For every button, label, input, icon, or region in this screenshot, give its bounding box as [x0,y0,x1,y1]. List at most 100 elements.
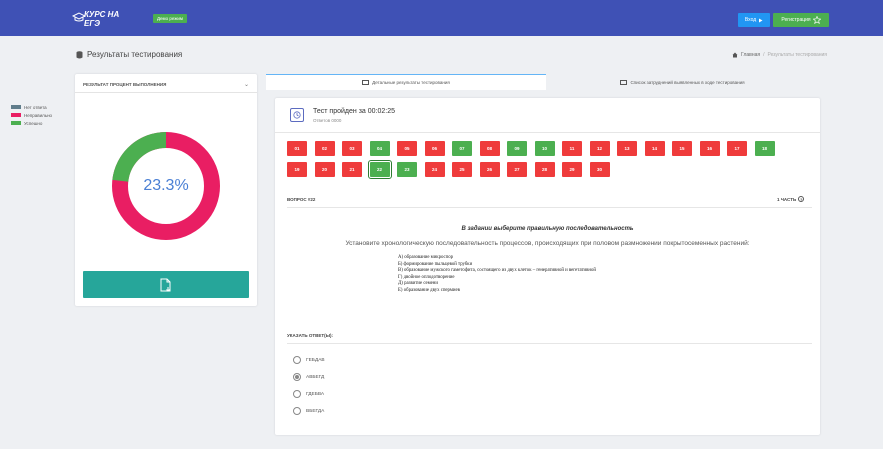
tab-label: Список затруднений выявленных в ходе тес… [630,79,745,85]
file-download-icon [160,278,171,292]
login-arrow-icon [759,18,763,22]
radio-checked-icon[interactable] [293,373,301,381]
card-divider [275,132,820,133]
question-number-button[interactable]: 29 [562,162,582,177]
radio-unchecked-icon[interactable] [293,407,301,415]
question-number-button[interactable]: 12 [589,141,610,156]
breadcrumb-home[interactable]: Главная [741,52,760,58]
question-number-button[interactable]: 20 [314,162,335,177]
percent-label: 23.3% [143,177,189,194]
breadcrumb: Главная / Результаты тестирования [732,52,827,58]
legend-swatch-no-answer [11,105,21,109]
question-number-button[interactable]: 08 [479,141,500,156]
legend-label: Успешно [24,120,43,126]
legend-label: Неправильно [24,112,53,118]
question-number-button[interactable]: 07 [452,141,472,156]
summary-card-header: РЕЗУЛЬТАТ ПРОЦЕНТ ВЫПОЛНЕНИЯ [83,82,167,87]
question-option-line: В) образование мужского гаметофита, сост… [398,268,596,274]
chevron-down-icon[interactable]: ⌄ [244,81,249,88]
star-icon [812,16,821,24]
question-number-button[interactable]: 19 [287,162,307,177]
question-text: Установите хронологическую последователь… [345,240,750,247]
register-button[interactable]: Регистрация [773,13,829,27]
answer-label: УКАЗАТЬ ОТВЕТ(Ы): [287,333,334,338]
question-label: ВОПРОС #22 [287,197,316,202]
question-number-button[interactable]: 13 [617,141,637,156]
legend-label: Нет ответа [24,104,47,110]
question-number-button[interactable]: 15 [672,141,692,156]
tab-label: Детальные результаты тестирования [372,80,450,85]
breadcrumb-current: Результаты тестирования [767,52,827,58]
card-divider [287,343,812,344]
question-number-button[interactable]: 14 [644,141,665,156]
answer-option-label: ВБЕГДА [306,408,325,414]
page-title: Результаты тестирования [76,50,182,59]
question-heading: В задании выберите правильную последоват… [461,226,634,232]
page-title-text: Результаты тестирования [87,50,183,59]
timer-box [290,108,304,122]
table-icon [362,80,370,85]
answer-option[interactable]: ГДЕБВА [293,390,324,398]
question-number-button[interactable]: 30 [589,162,610,177]
summary-divider [75,92,257,93]
chart-legend: Нет ответа Неправильно Успешно [11,103,52,127]
result-tabs: Детальные результаты тестирования Список… [266,74,819,90]
question-number-button[interactable]: 22 [367,160,392,179]
question-option-line: Е) образование двух спермиев [398,287,460,293]
download-results-button[interactable] [83,271,249,298]
question-number-button[interactable]: 17 [727,141,747,156]
question-number-button[interactable]: 03 [342,141,362,156]
database-icon [76,50,83,58]
question-number-button[interactable]: 27 [507,162,527,177]
answer-option-label: ГЕБДАВ [306,357,325,363]
result-subtitle: Ответов 0000 [313,118,342,123]
question-number-button[interactable]: 24 [424,162,445,177]
legend-swatch-wrong [11,113,21,117]
question-option-line: Г) двойное оплодотворение [398,274,455,280]
question-part: 1 ЧАСТЬ ? [777,196,805,202]
question-number-button[interactable]: 18 [754,141,775,156]
tab-difficulties[interactable]: Список затруднений выявленных в ходе тес… [546,74,819,90]
question-number-button[interactable]: 21 [342,162,362,177]
radio-unchecked-icon[interactable] [293,390,301,398]
question-number-button[interactable]: 16 [699,141,720,156]
question-option-line: Д) развитие семени [398,281,438,287]
demo-mode-badge: Демо режим [153,14,187,23]
login-button[interactable]: Вход [738,13,770,27]
breadcrumb-separator: / [763,52,765,58]
radio-unchecked-icon[interactable] [293,356,301,364]
question-number-button[interactable]: 26 [479,162,500,177]
logo-text: КУРС НА ЕГЭ [84,9,120,28]
legend-no-answer: Нет ответа [11,103,52,111]
home-icon [732,52,738,58]
question-number-button[interactable]: 23 [397,162,417,177]
question-number-button[interactable]: 09 [507,141,527,156]
question-number-button[interactable]: 28 [534,162,555,177]
question-number-button[interactable]: 10 [534,141,555,156]
question-option-line: А) образование микроспор [398,255,454,260]
result-title: Тест пройден за 00:02:25 [313,108,395,115]
site-logo[interactable]: КУРС НА ЕГЭ [70,9,132,28]
answer-option[interactable]: ВБЕГДА [293,407,324,415]
tab-detailed-results[interactable]: Детальные результаты тестирования [266,74,546,90]
question-number-button[interactable]: 02 [314,141,335,156]
question-number-button[interactable]: 25 [452,162,472,177]
question-part-label: 1 ЧАСТЬ [777,196,797,202]
login-label: Вход [744,17,757,23]
radio-dot [295,375,299,379]
card-divider [287,207,812,208]
question-number-button[interactable]: 04 [369,141,390,156]
question-number-button[interactable]: 01 [287,141,307,156]
answer-option-label: ГДЕБВА [306,391,325,397]
question-option-line: Б) формирование пыльцевой трубки [398,261,473,267]
table-icon [620,79,628,85]
help-icon[interactable]: ? [798,196,805,202]
question-number-button[interactable]: 05 [397,141,417,156]
answer-option-label: АВБЕГД [306,374,325,380]
question-number-button[interactable]: 06 [424,141,445,156]
top-navbar: КУРС НА ЕГЭ Демо режим Вход Регистрация [0,0,883,36]
legend-swatch-success [11,121,21,125]
answer-option[interactable]: ГЕБДАВ [293,356,325,364]
answer-option[interactable]: АВБЕГД [293,373,324,381]
question-number-button[interactable]: 11 [562,141,582,156]
